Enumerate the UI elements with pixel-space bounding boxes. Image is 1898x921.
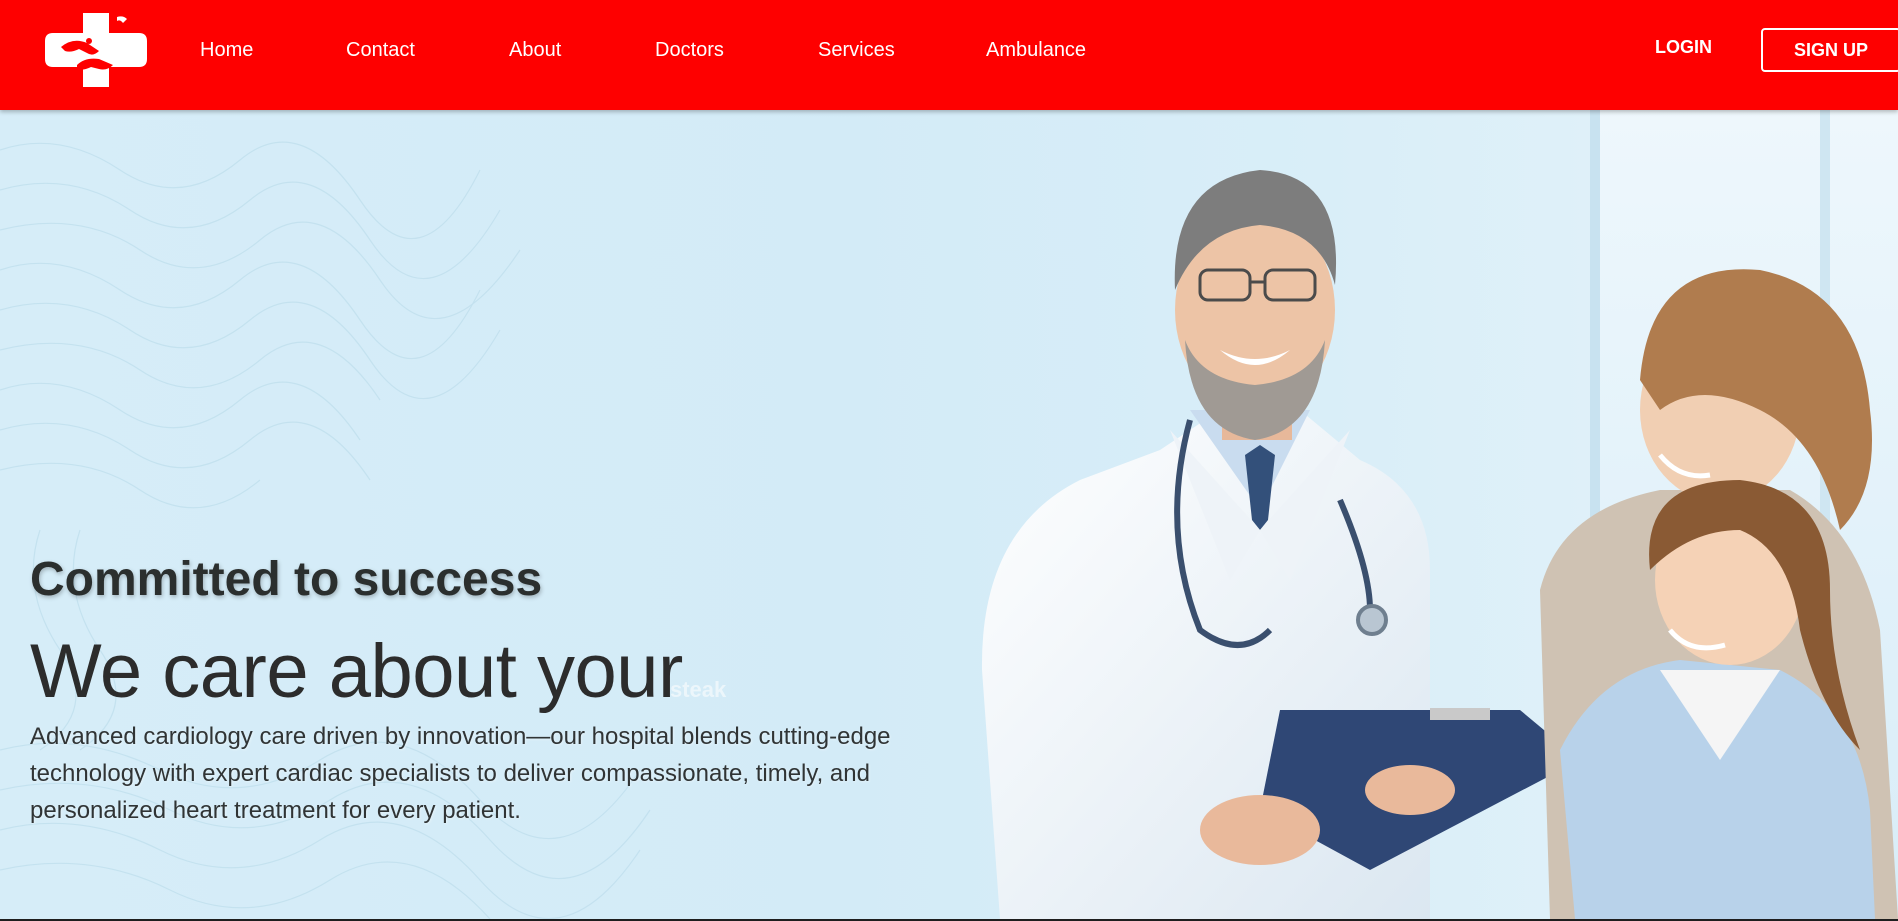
nav-about-link[interactable]: About bbox=[509, 39, 561, 62]
doctor-and-family-photo bbox=[981, 110, 1898, 919]
hero-description: Advanced cardiology care driven by innov… bbox=[30, 723, 891, 824]
nav-home-link[interactable]: Home bbox=[200, 39, 253, 62]
hero-ghost-word: steak bbox=[670, 677, 727, 702]
nav-services-link[interactable]: Services bbox=[818, 39, 895, 62]
hero-headline: We care about your bbox=[30, 629, 683, 714]
login-button[interactable]: LOGIN bbox=[1655, 37, 1712, 58]
top-navbar: Home Contact About Doctors Services Ambu… bbox=[0, 0, 1898, 110]
nav-contact-link[interactable]: Contact bbox=[346, 39, 415, 62]
hero-subtitle: Committed to success bbox=[30, 553, 543, 606]
nav-ambulance-link[interactable]: Ambulance bbox=[986, 39, 1086, 62]
signup-button[interactable]: SIGN UP bbox=[1761, 28, 1898, 72]
hero-section: Committed to success We care about your … bbox=[0, 110, 1898, 919]
nav-doctors-link[interactable]: Doctors bbox=[655, 39, 724, 62]
hospital-logo-icon[interactable] bbox=[43, 7, 147, 89]
